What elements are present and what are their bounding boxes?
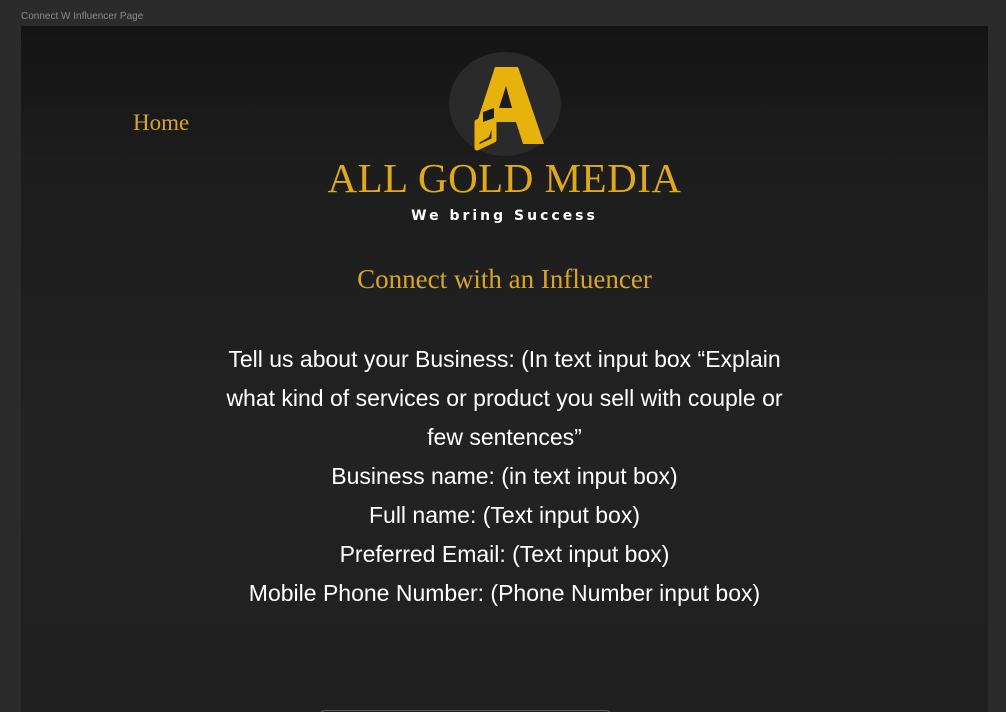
frame-label: Connect W Influencer Page (21, 11, 144, 22)
business-description-line-1: Tell us about your Business: (In text in… (228, 346, 781, 372)
full-name-label: Full name: (Text input box) (368, 502, 640, 528)
brand-tagline: We bring Success (411, 208, 598, 224)
phone-label: Mobile Phone Number: (Phone Number input… (248, 580, 761, 606)
business-description-line-3: few sentences” (427, 424, 582, 450)
home-link[interactable]: Home (133, 110, 189, 136)
page-frame: Home ALL GOLD MEDIA We bring Success Con… (21, 26, 988, 712)
brand-title: ALL GOLD MEDIA (327, 155, 682, 201)
gold-a-logo-icon (474, 67, 544, 151)
business-name-label: Business name: (in text input box) (331, 463, 678, 489)
page-title: Connect with an Influencer (357, 264, 652, 294)
form-description: Tell us about your Business: (In text in… (201, 340, 808, 613)
business-description-line-2: what kind of services or product you sel… (226, 385, 783, 411)
brand-logo[interactable] (449, 52, 561, 156)
email-label: Preferred Email: (Text input box) (339, 541, 670, 567)
